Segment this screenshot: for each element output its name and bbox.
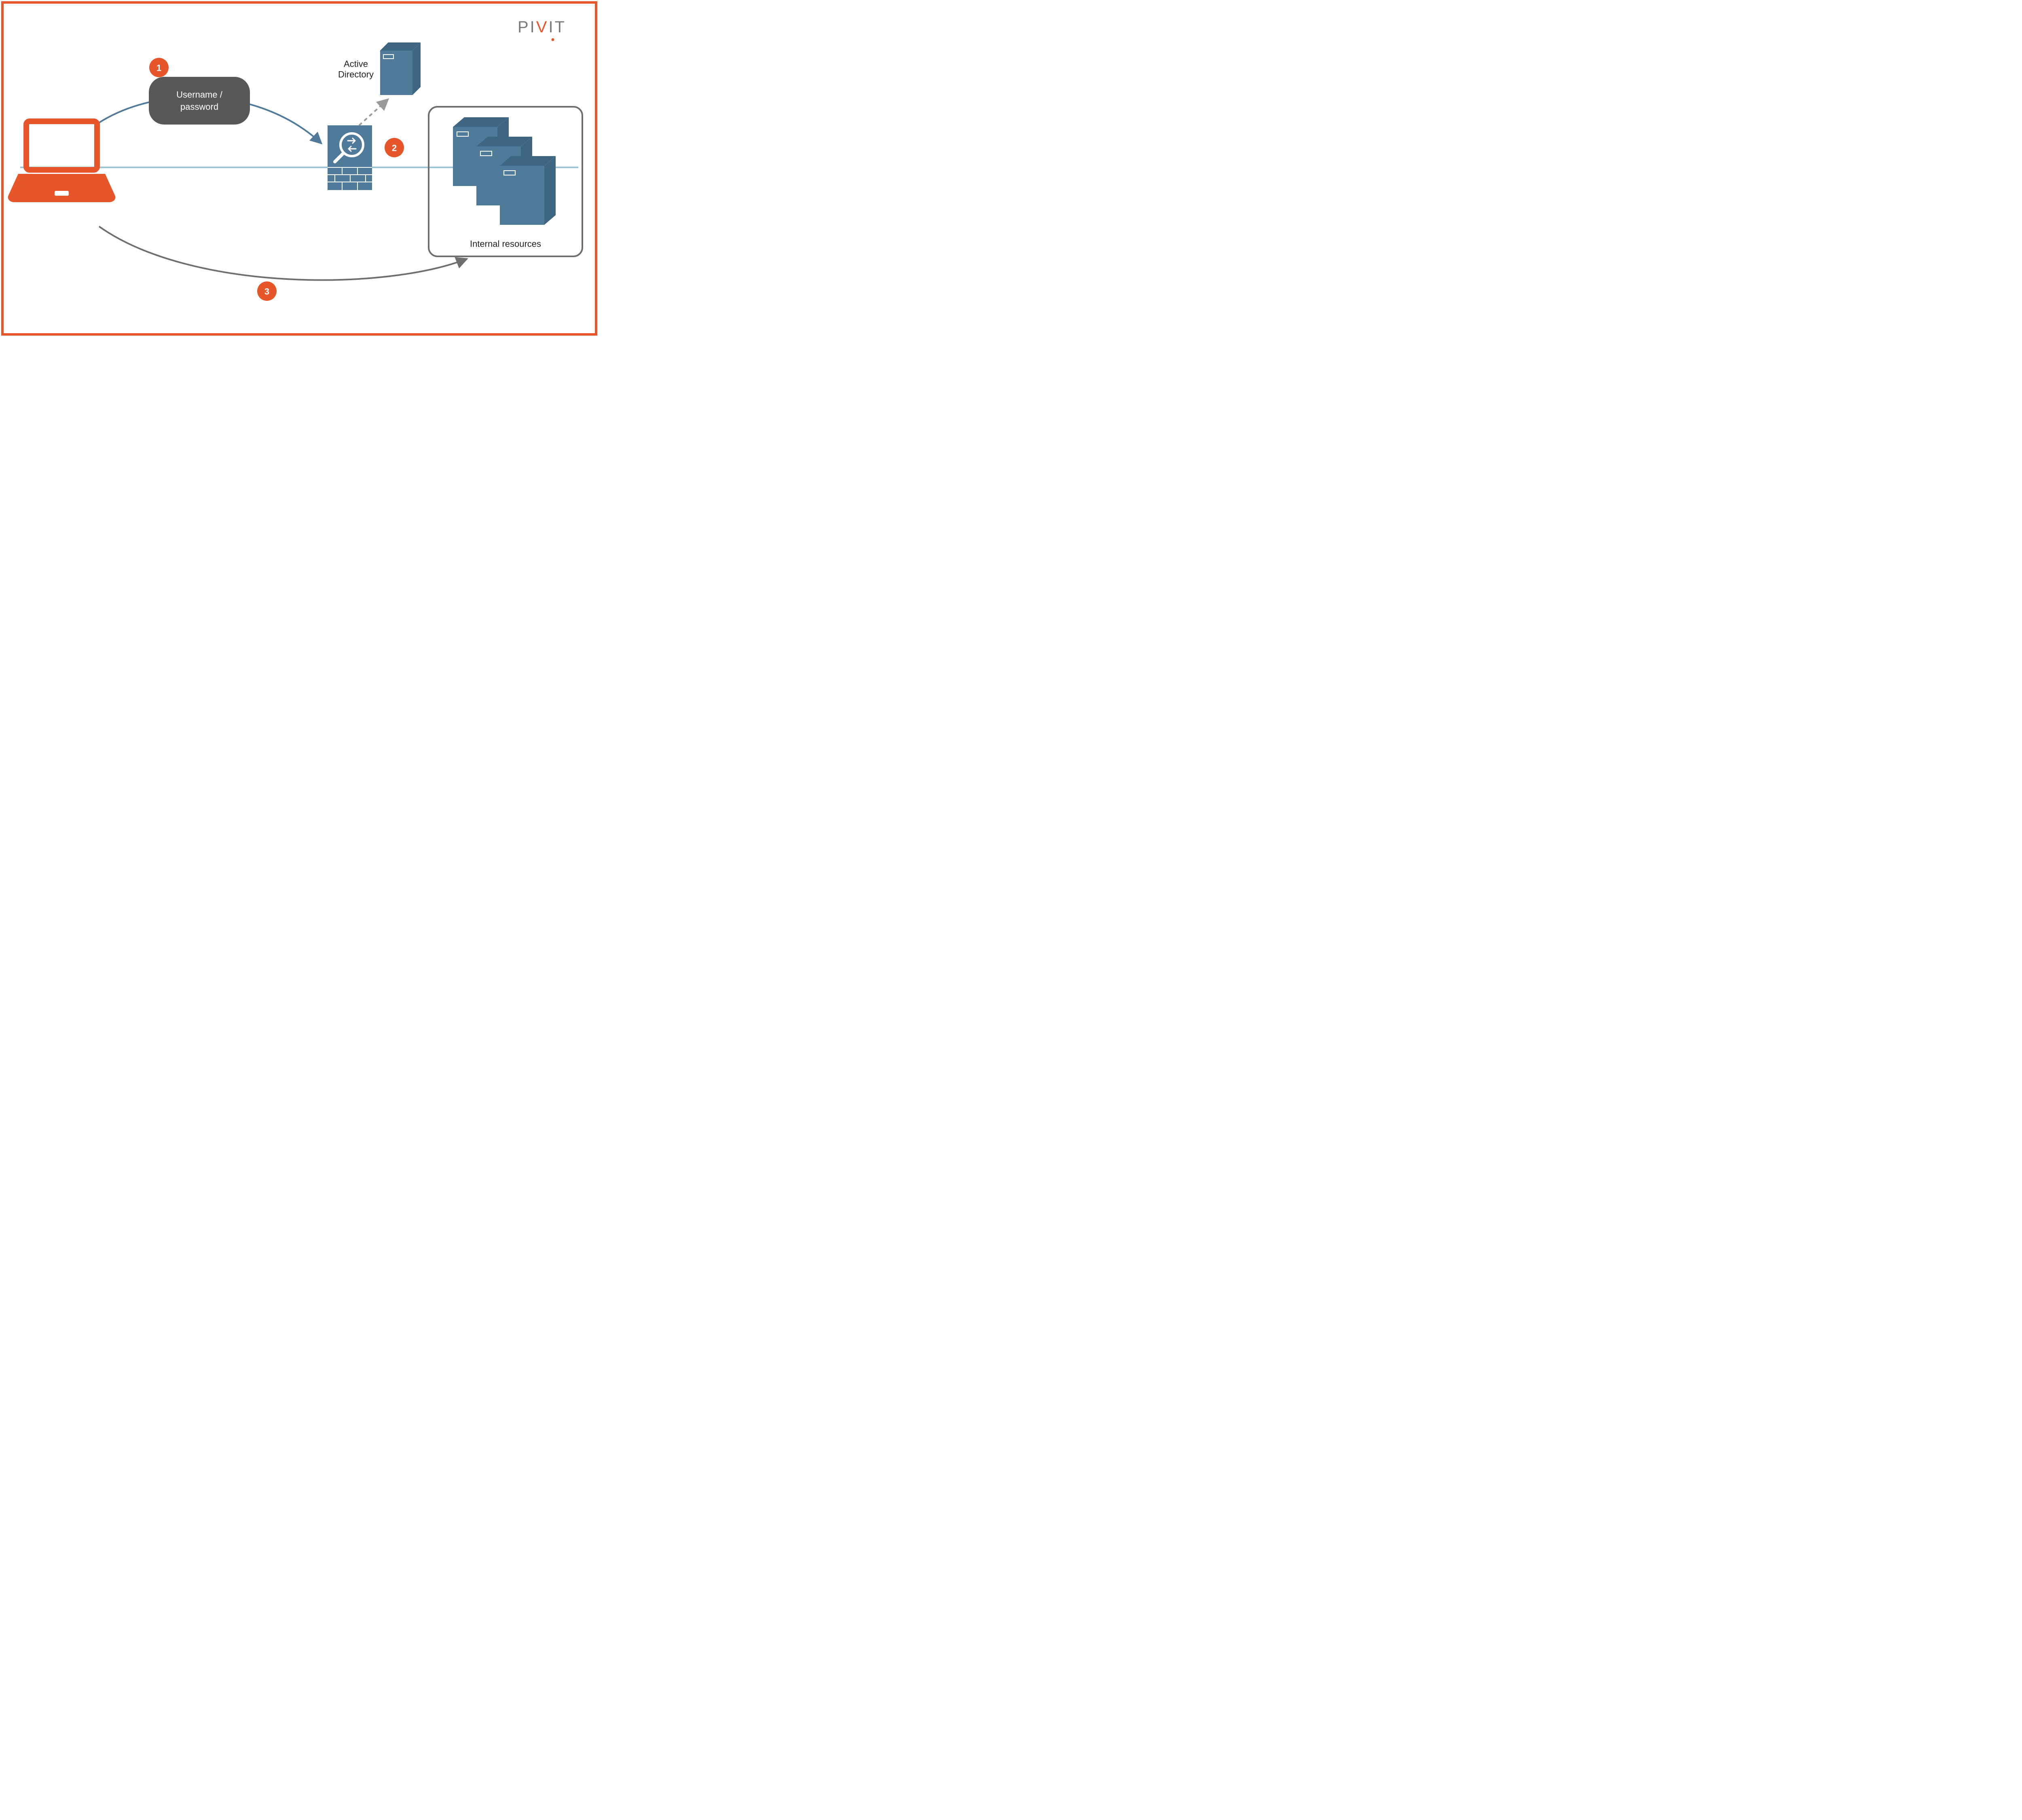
credentials-bubble: Username / password [149,77,250,125]
ad-label-line1: Active [344,59,368,69]
step-badge-3: 3 [257,281,277,301]
diagram-viewport: Username / password 1 [0,0,599,337]
brand-logo: PIVIT [518,18,566,41]
network-auth-diagram: Username / password 1 [0,0,599,337]
credentials-label-line1: Username / [176,90,223,100]
internal-resources-label: Internal resources [470,239,541,249]
step-badge-2: 2 [385,138,404,157]
step-badge-1: 1 [149,58,169,77]
credentials-label-line2: password [180,102,218,112]
step-2-number: 2 [392,143,397,153]
step-1-number: 1 [157,63,161,73]
ad-server-icon [380,42,421,95]
server-cluster-icon [453,117,556,225]
ad-label-line2: Directory [338,70,374,80]
firewall-inspect-icon [328,125,372,190]
svg-text:PIVIT: PIVIT [518,18,566,36]
laptop-icon [8,121,116,202]
arrow-firewall-to-ad [359,99,388,125]
arrow-step3 [99,226,467,280]
step-3-number: 3 [264,287,269,297]
